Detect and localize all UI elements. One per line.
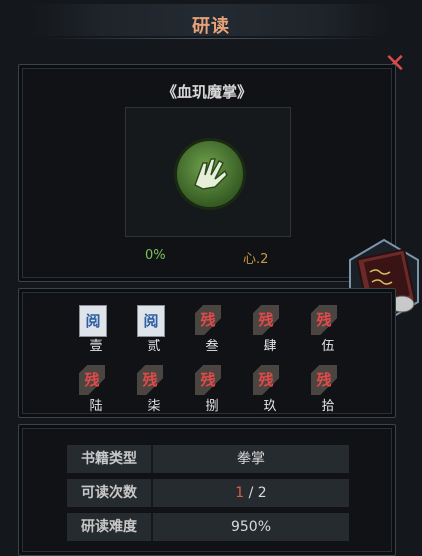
- type-label: 书籍类型: [67, 445, 153, 473]
- read-seal-icon: 阅: [79, 305, 107, 337]
- chapter-item[interactable]: 残 柒: [133, 363, 173, 414]
- chapter-item[interactable]: 残 叁: [191, 303, 231, 354]
- chapter-item[interactable]: 残 玖: [249, 363, 289, 414]
- chapter-item[interactable]: 阅 贰: [133, 303, 173, 354]
- chapter-item[interactable]: 残 伍: [307, 303, 347, 354]
- difficulty-label: 研读难度: [67, 513, 153, 541]
- chapter-item[interactable]: 残 陆: [75, 363, 115, 414]
- broken-seal-icon: 残: [311, 305, 337, 335]
- chapter-item[interactable]: 残 捌: [191, 363, 231, 414]
- chapter-item[interactable]: 残 拾: [307, 363, 347, 414]
- chapter-grid: 阅 壹 阅 贰 残 叁 残 肆 残 伍 残 陆 残 柒 残 捌 残 玖 残 拾: [71, 303, 371, 414]
- chapter-item[interactable]: 阅 壹: [75, 303, 115, 354]
- book-art-frame: [125, 107, 291, 237]
- broken-seal-icon: 残: [137, 365, 163, 395]
- chapter-number: 叁: [205, 339, 219, 354]
- chapter-number: 肆: [263, 339, 277, 354]
- title-bar: 研读: [30, 4, 392, 37]
- broken-seal-icon: 残: [253, 305, 279, 335]
- broken-seal-icon: 残: [195, 365, 221, 395]
- count-current: 1: [235, 485, 245, 501]
- chapter-number: 伍: [321, 339, 335, 354]
- palm-icon: [174, 138, 246, 210]
- difficulty-value: 950%: [153, 513, 349, 541]
- chapter-number: 陆: [89, 399, 103, 414]
- count-value: 1 / 2: [153, 479, 349, 507]
- count-label: 可读次数: [67, 479, 153, 507]
- chapter-number: 玖: [263, 399, 277, 414]
- title-divider: [40, 38, 382, 39]
- read-progress: 0%: [145, 248, 166, 263]
- count-total: / 2: [244, 485, 267, 501]
- chapter-number: 捌: [205, 399, 219, 414]
- info-panel: 书籍类型 拳掌 可读次数 1 / 2 研读难度 950%: [18, 424, 396, 556]
- read-seal-icon: 阅: [137, 305, 165, 337]
- type-value: 拳掌: [153, 445, 349, 473]
- broken-seal-icon: 残: [79, 365, 105, 395]
- broken-seal-icon: 残: [311, 365, 337, 395]
- chapters-panel: 阅 壹 阅 贰 残 叁 残 肆 残 伍 残 陆 残 柒 残 捌 残 玖 残 拾: [18, 288, 396, 418]
- chapter-item[interactable]: 残 肆: [249, 303, 289, 354]
- broken-seal-icon: 残: [195, 305, 221, 335]
- book-panel: 《血玑魔掌》 0% 心.2: [18, 64, 396, 282]
- palm-icon-svg: [194, 158, 228, 190]
- chapter-number: 壹: [89, 339, 103, 354]
- book-name: 《血玑魔掌》: [161, 83, 252, 101]
- heart-requirement: 心.2: [243, 252, 269, 267]
- chapter-number: 贰: [147, 339, 161, 354]
- page-title: 研读: [192, 16, 230, 37]
- chapter-number: 拾: [321, 399, 335, 414]
- chapter-number: 柒: [147, 399, 161, 414]
- broken-seal-icon: 残: [253, 365, 279, 395]
